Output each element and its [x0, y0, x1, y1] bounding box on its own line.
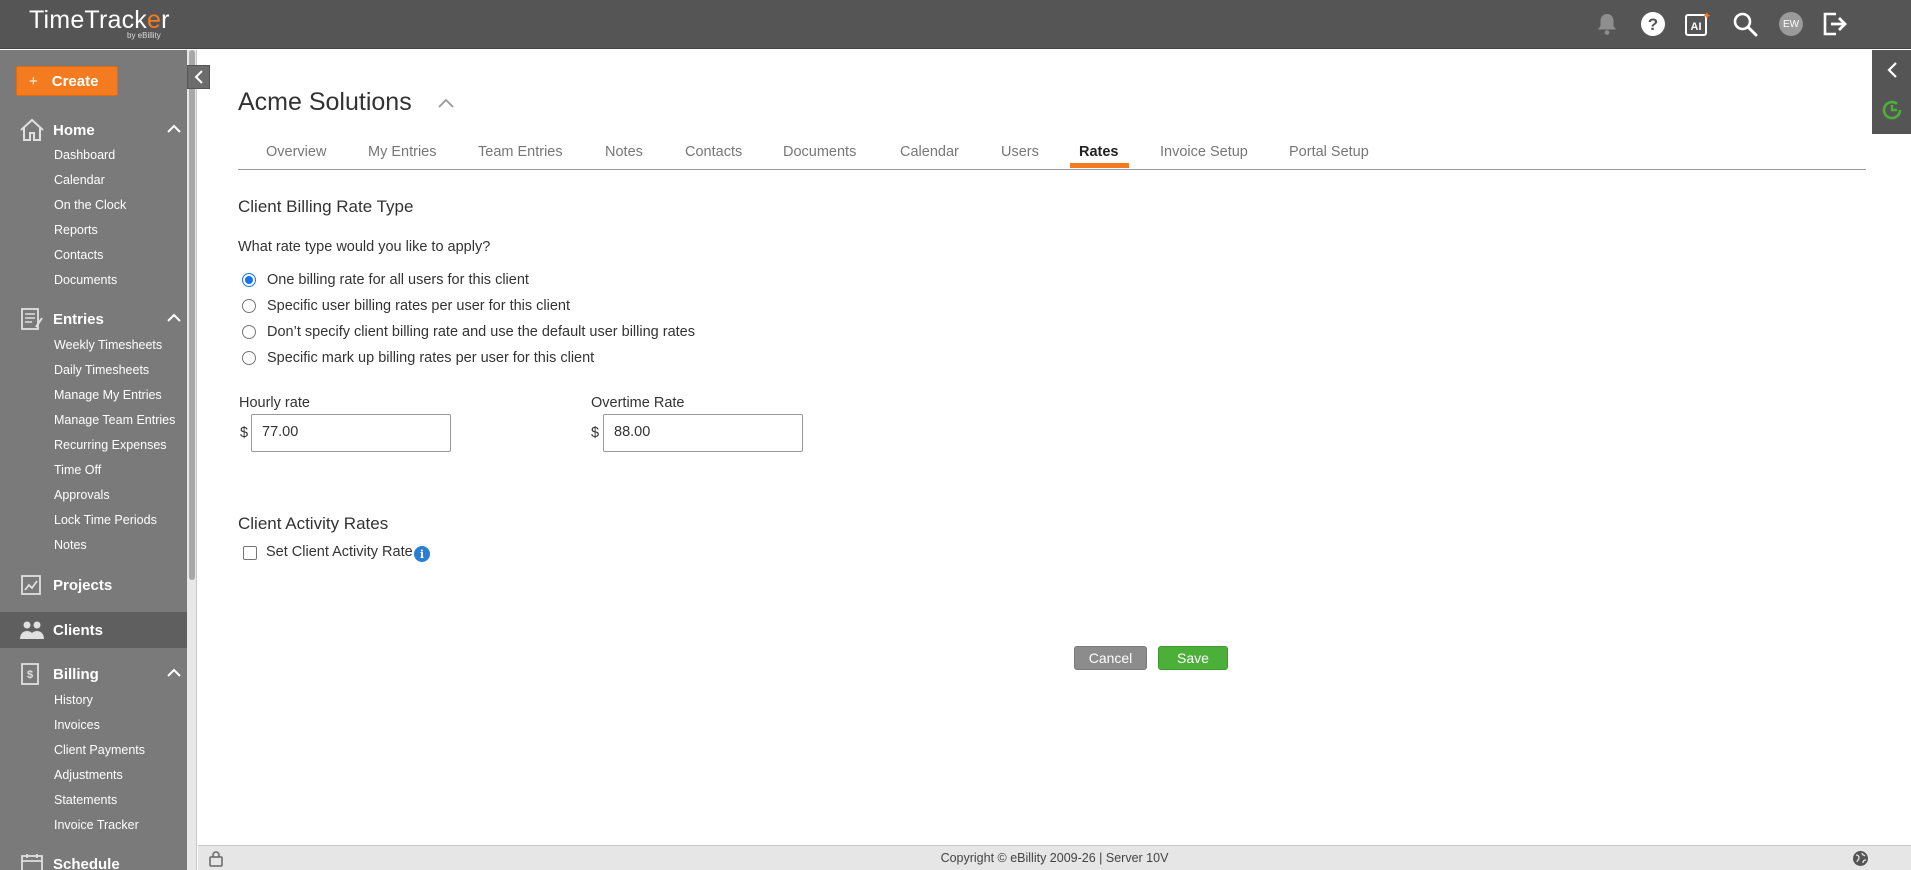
chevron-up-icon[interactable] [165, 309, 183, 327]
rate-option-one-rate[interactable]: One billing rate for all users for this … [242, 270, 529, 290]
tab-notes[interactable]: Notes [605, 144, 643, 160]
sidebar-item-adjustments[interactable]: Adjustments [54, 768, 123, 782]
sidebar: + Create Home Dashboard Calendar On the … [0, 50, 187, 870]
ai-icon[interactable]: AI [1684, 10, 1712, 38]
plus-icon: + [29, 72, 38, 90]
tab-contacts[interactable]: Contacts [685, 144, 742, 160]
bell-icon[interactable] [1593, 10, 1621, 38]
logout-icon[interactable] [1822, 10, 1850, 38]
tab-my-entries[interactable]: My Entries [368, 144, 437, 160]
rate-option-default-rates[interactable]: Don’t specify client billing rate and us… [242, 322, 695, 342]
svg-text:?: ? [1648, 15, 1658, 34]
activity-rates-heading: Client Activity Rates [238, 514, 389, 533]
sidebar-item-approvals[interactable]: Approvals [54, 488, 110, 502]
sidebar-item-invoice-tracker[interactable]: Invoice Tracker [54, 818, 139, 832]
billing-rate-type-heading: Client Billing Rate Type [238, 197, 414, 216]
tab-documents[interactable]: Documents [783, 144, 856, 160]
projects-icon [21, 575, 41, 595]
tab-portal-setup[interactable]: Portal Setup [1289, 144, 1369, 160]
billing-icon: $ [21, 663, 39, 685]
currency-symbol: $ [591, 425, 600, 441]
currency-symbol: $ [240, 425, 249, 441]
sidebar-item-manage-team-entries[interactable]: Manage Team Entries [54, 413, 175, 427]
collapse-sidebar-button[interactable] [187, 65, 210, 89]
cancel-button[interactable]: Cancel [1074, 646, 1147, 670]
sidebar-item-history[interactable]: History [54, 693, 93, 707]
hourly-rate-input[interactable]: 77.00 [251, 414, 451, 452]
radio-button[interactable] [242, 351, 256, 365]
sidebar-section-entries[interactable]: Entries [0, 303, 187, 335]
help-icon[interactable]: ? [1639, 10, 1667, 38]
sidebar-section-home[interactable]: Home [0, 114, 187, 146]
entries-icon [21, 308, 43, 330]
sidebar-item-on-the-clock[interactable]: On the Clock [54, 198, 126, 212]
activity-rate-checkbox[interactable] [243, 546, 257, 560]
save-button[interactable]: Save [1158, 646, 1228, 670]
search-icon[interactable] [1731, 10, 1759, 38]
sidebar-item-recurring-expenses[interactable]: Recurring Expenses [54, 438, 167, 452]
sidebar-section-projects[interactable]: Projects [0, 569, 187, 601]
timer-icon [1882, 100, 1901, 120]
tab-calendar[interactable]: Calendar [900, 144, 959, 160]
tab-overview[interactable]: Overview [266, 144, 326, 160]
right-side-panel [1872, 50, 1911, 134]
sidebar-item-client-payments[interactable]: Client Payments [54, 743, 145, 757]
tab-users[interactable]: Users [1001, 144, 1039, 160]
timer-button[interactable] [1872, 90, 1911, 130]
avatar[interactable]: EW [1777, 10, 1805, 38]
page-title: Acme Solutions [238, 88, 412, 116]
create-button[interactable]: + Create [16, 66, 118, 96]
chevron-left-icon [194, 70, 203, 84]
sidebar-scrollbar[interactable] [187, 50, 197, 870]
top-bar: TimeTracker by eBillity ? AI EW [0, 0, 1911, 49]
footer: Copyright © eBillity 2009-26 | Server 10… [198, 845, 1911, 870]
active-tab-indicator [1070, 163, 1129, 168]
chevron-up-icon[interactable] [165, 664, 183, 682]
sidebar-item-documents[interactable]: Documents [54, 273, 117, 287]
sidebar-item-time-off[interactable]: Time Off [54, 463, 101, 477]
chevron-up-icon[interactable] [437, 96, 455, 110]
sidebar-item-reports[interactable]: Reports [54, 223, 98, 237]
sidebar-item-weekly-timesheets[interactable]: Weekly Timesheets [54, 338, 162, 352]
overtime-rate-input[interactable]: 88.00 [603, 414, 803, 452]
sidebar-item-daily-timesheets[interactable]: Daily Timesheets [54, 363, 149, 377]
chevron-up-icon[interactable] [165, 120, 183, 138]
client-tabs: Overview My Entries Team Entries Notes C… [238, 140, 1866, 170]
info-icon[interactable]: i [414, 546, 430, 562]
clients-icon [20, 621, 44, 639]
tab-invoice-setup[interactable]: Invoice Setup [1160, 144, 1248, 160]
sidebar-item-contacts[interactable]: Contacts [54, 248, 103, 262]
activity-rate-checkbox-label[interactable]: Set Client Activity Rate [266, 544, 413, 560]
svg-text:$: $ [27, 669, 33, 681]
sidebar-item-lock-time-periods[interactable]: Lock Time Periods [54, 513, 157, 527]
rate-option-markup-rates[interactable]: Specific mark up billing rates per user … [242, 348, 594, 368]
logo-subtitle: by eBillity [127, 31, 161, 40]
sidebar-item-dashboard[interactable]: Dashboard [54, 148, 115, 162]
expand-panel-button[interactable] [1872, 50, 1911, 90]
radio-button[interactable] [242, 299, 256, 313]
sidebar-section-billing[interactable]: $ Billing [0, 658, 187, 690]
tab-rates[interactable]: Rates [1079, 144, 1119, 160]
rate-type-question: What rate type would you like to apply? [238, 239, 491, 255]
sidebar-section-schedule[interactable]: Schedule [0, 848, 187, 870]
schedule-icon [21, 854, 43, 870]
chevron-left-icon [1886, 62, 1897, 78]
radio-button[interactable] [242, 325, 256, 339]
radio-button[interactable] [242, 273, 256, 287]
svg-text:AI: AI [1691, 21, 1702, 33]
tab-team-entries[interactable]: Team Entries [478, 144, 563, 160]
globe-icon[interactable] [1852, 850, 1869, 867]
overtime-rate-label: Overtime Rate [591, 395, 685, 411]
sidebar-scrollbar-thumb[interactable] [189, 50, 195, 580]
copyright-text: Copyright © eBillity 2009-26 | Server 10… [940, 851, 1169, 865]
sidebar-section-clients[interactable]: Clients [0, 612, 187, 648]
rate-option-user-rates[interactable]: Specific user billing rates per user for… [242, 296, 570, 316]
sidebar-item-calendar[interactable]: Calendar [54, 173, 105, 187]
sidebar-item-invoices[interactable]: Invoices [54, 718, 100, 732]
sidebar-item-statements[interactable]: Statements [54, 793, 117, 807]
sidebar-item-manage-my-entries[interactable]: Manage My Entries [54, 388, 162, 402]
sidebar-item-notes[interactable]: Notes [54, 538, 87, 552]
home-icon [20, 118, 44, 141]
hourly-rate-label: Hourly rate [239, 395, 310, 411]
